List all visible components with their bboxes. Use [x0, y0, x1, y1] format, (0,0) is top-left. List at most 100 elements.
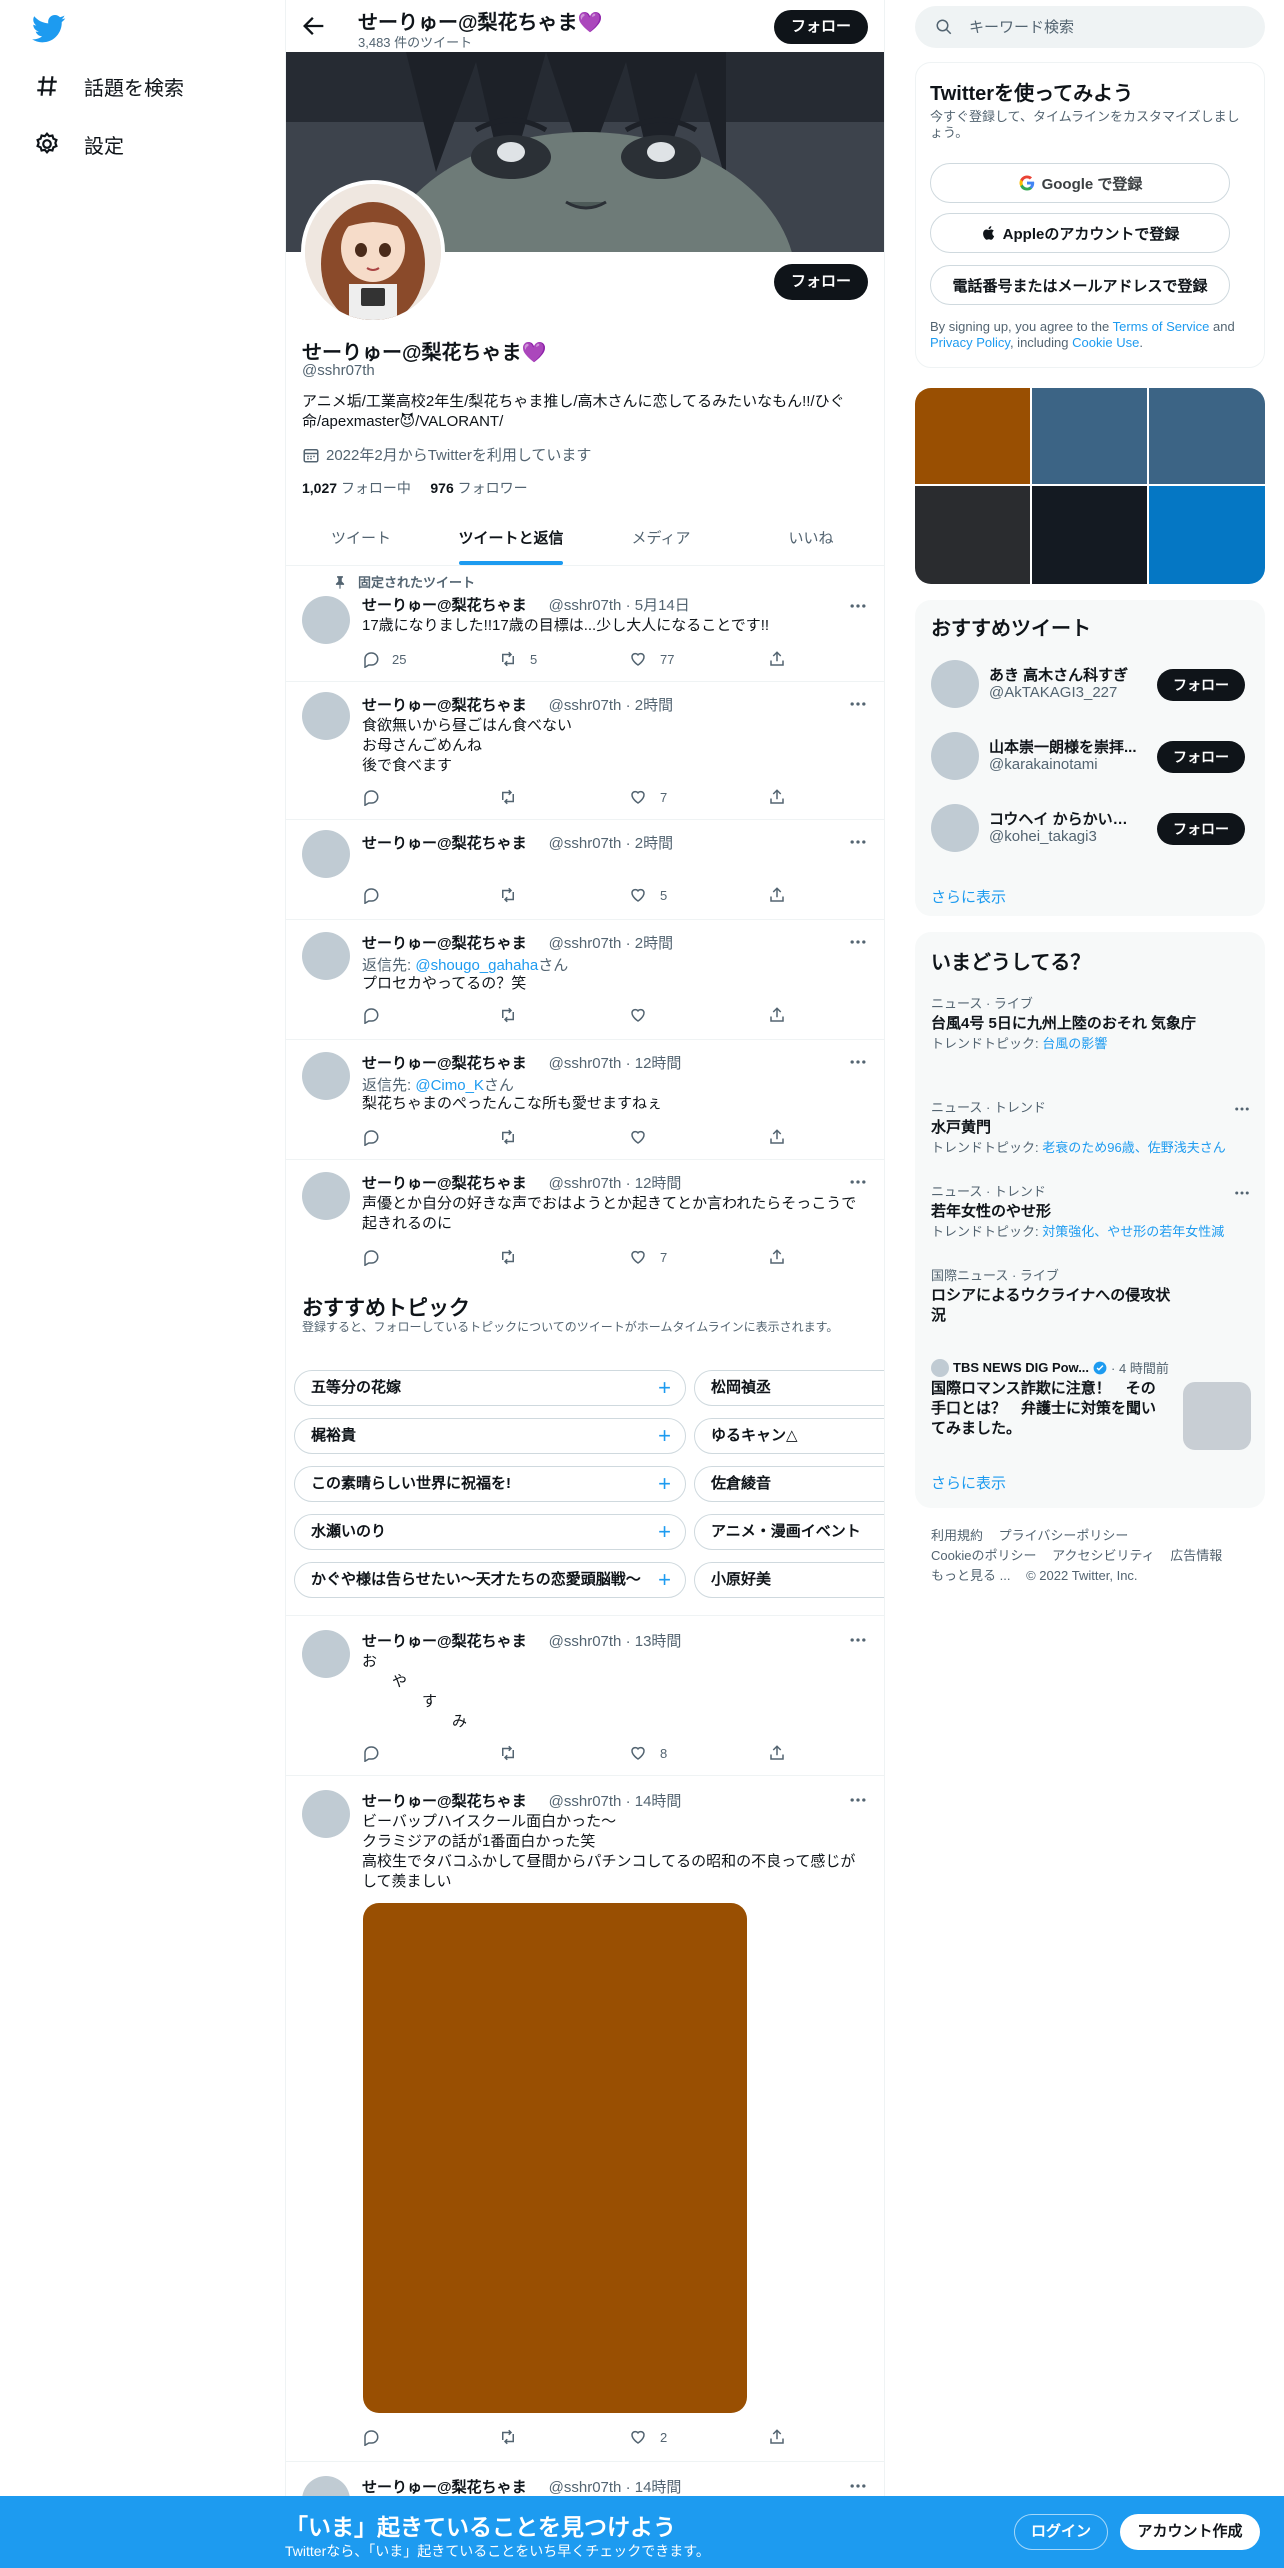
tweet-item[interactable]: せーりゅー@梨花ちゃま @sshr07th · 2時間 返信先: @shougo_… [286, 920, 884, 1040]
tweet-avatar[interactable] [302, 1630, 350, 1678]
plus-icon[interactable]: + [658, 1467, 671, 1501]
tweet-avatar[interactable] [302, 932, 350, 980]
topic-chip[interactable]: アニメ・漫画イベント+ [694, 1514, 884, 1550]
tweet-meta[interactable]: @sshr07th · 12時間 [549, 1055, 682, 1072]
more-icon[interactable] [848, 832, 868, 852]
footer-link[interactable]: Cookieのポリシー [931, 1548, 1036, 1563]
tweet-avatar[interactable] [302, 1052, 350, 1100]
trend-sub-link[interactable]: 対策強化、やせ形の若年女性減 [1042, 1224, 1224, 1239]
tweet-author[interactable]: せーりゅー@梨花ちゃま [362, 1175, 527, 1192]
reply-button[interactable]: 25 [362, 650, 406, 668]
cookie-link[interactable]: Cookie Use [1072, 335, 1139, 350]
reply-button[interactable] [362, 886, 392, 904]
google-signup-button[interactable]: Google で登録 [930, 163, 1230, 203]
retweet-button[interactable] [498, 788, 530, 806]
search-input[interactable] [969, 6, 1249, 48]
plus-icon[interactable]: + [658, 1419, 671, 1453]
news-item[interactable]: TBS NEWS DIG Pow... · 4 時間前 国際ロマンス詐欺に注意！… [931, 1358, 1251, 1450]
retweet-button[interactable] [498, 1248, 530, 1266]
more-icon[interactable] [1233, 1100, 1251, 1118]
retweet-button[interactable] [498, 886, 530, 904]
trend-item[interactable]: ニュース · トレンド 水戸黄門 トレンドトピック: 老衰のため96歳、佐野浅夫… [931, 1100, 1251, 1156]
followers-link[interactable]: 976 フォロワー [430, 480, 527, 496]
media-thumbnail[interactable] [1032, 388, 1147, 484]
share-button[interactable] [768, 1128, 798, 1146]
tab-media[interactable]: メディア [586, 512, 736, 565]
media-thumbnail[interactable] [1149, 388, 1265, 484]
plus-icon[interactable]: + [658, 1515, 671, 1549]
profile-follow-button[interactable]: フォロー [774, 264, 868, 300]
share-button[interactable] [768, 650, 798, 668]
tweet-meta[interactable]: @sshr07th · 14時間 [549, 1793, 682, 1810]
reply-button[interactable] [362, 1006, 392, 1024]
media-thumbnail[interactable] [915, 486, 1030, 584]
topic-chip[interactable]: 水瀬いのり + [294, 1514, 686, 1550]
tweet-item[interactable]: せーりゅー@梨花ちゃま @sshr07th · 12時間 返信先: @Cimo_K… [286, 1040, 884, 1160]
tweet-avatar[interactable] [302, 1172, 350, 1220]
reply-mention[interactable]: @shougo_gahaha [415, 957, 538, 974]
topic-chip[interactable]: ゆるキャン△+ [694, 1418, 884, 1454]
apple-signup-button[interactable]: Appleのアカウントで登録 [930, 213, 1230, 253]
phone-email-signup-button[interactable]: 電話番号またはメールアドレスで登録 [930, 265, 1230, 305]
login-button[interactable]: ログイン [1014, 2514, 1108, 2550]
reply-mention[interactable]: @Cimo_K [415, 1077, 484, 1094]
tweet-author[interactable]: せーりゅー@梨花ちゃま [362, 1633, 527, 1650]
more-icon[interactable] [1233, 1184, 1251, 1202]
share-button[interactable] [768, 788, 798, 806]
recs-show-more-link[interactable]: さらに表示 [931, 886, 1006, 907]
tweet-author[interactable]: せーりゅー@梨花ちゃま [362, 697, 527, 714]
more-icon[interactable] [848, 2476, 868, 2496]
like-button[interactable]: 2 [628, 2428, 667, 2446]
reply-button[interactable] [362, 1744, 392, 1762]
more-icon[interactable] [848, 1790, 868, 1810]
retweet-button[interactable] [498, 2428, 530, 2446]
twitter-logo-icon[interactable] [32, 14, 66, 44]
more-icon[interactable] [848, 1052, 868, 1072]
profile-avatar[interactable] [301, 180, 445, 324]
tweet-item[interactable]: 固定されたツイート せーりゅー@梨花ちゃま @sshr07th · 5月14日 1… [286, 566, 884, 682]
trend-item[interactable]: 国際ニュース · ライブ ロシアによるウクライナへの侵攻状況 [931, 1268, 1171, 1326]
like-button[interactable] [628, 1006, 660, 1024]
tweet-author[interactable]: せーりゅー@梨花ちゃま [362, 835, 527, 852]
news-thumbnail[interactable] [1183, 1382, 1251, 1450]
share-button[interactable] [768, 1744, 798, 1762]
signup-button[interactable]: アカウント作成 [1120, 2514, 1260, 2550]
tab-tweets-and-replies[interactable]: ツイートと返信 [436, 512, 586, 565]
rec-account[interactable]: コウヘイ からかい上... @kohei_takagi3 フォロー [931, 802, 1251, 856]
like-button[interactable]: 77 [628, 650, 674, 668]
trends-show-more-link[interactable]: さらに表示 [931, 1472, 1006, 1493]
rec-follow-button[interactable]: フォロー [1157, 741, 1245, 773]
retweet-button[interactable] [498, 1006, 530, 1024]
reply-button[interactable] [362, 1248, 392, 1266]
rec-account[interactable]: 山本崇一朗様を崇拝... @karakainotami フォロー [931, 730, 1251, 784]
tweet-author[interactable]: せーりゅー@梨花ちゃま [362, 935, 527, 952]
tweet-item[interactable]: せーりゅー@梨花ちゃま @sshr07th · 2時間 5 [286, 820, 884, 920]
avatar[interactable] [931, 660, 979, 708]
tweet-media-image[interactable] [363, 1903, 747, 2413]
footer-link[interactable]: 利用規約 [931, 1528, 983, 1543]
more-icon[interactable] [848, 694, 868, 714]
more-icon[interactable] [848, 1630, 868, 1650]
reply-button[interactable] [362, 2428, 392, 2446]
tweet-avatar[interactable] [302, 1790, 350, 1838]
header-follow-button[interactable]: フォロー [774, 10, 868, 44]
nav-explore[interactable]: 話題を検索 [34, 66, 184, 106]
back-arrow-icon[interactable] [300, 12, 328, 40]
tweet-item[interactable]: せーりゅー@梨花ちゃま @sshr07th · 2時間 食欲無いから昼ごはん食べな… [286, 682, 884, 820]
footer-link[interactable]: もっと見る ... [931, 1568, 1010, 1583]
tweet-meta[interactable]: @sshr07th · 2時間 [549, 835, 673, 852]
tweet-avatar[interactable] [302, 830, 350, 878]
retweet-button[interactable] [498, 1744, 530, 1762]
tab-tweets[interactable]: ツイート [286, 512, 436, 565]
media-thumbnail[interactable] [915, 388, 1030, 484]
tweet-meta[interactable]: @sshr07th · 13時間 [549, 1633, 682, 1650]
tweet-meta[interactable]: @sshr07th · 5月14日 [549, 597, 690, 614]
topic-chip[interactable]: 佐倉綾音+ [694, 1466, 884, 1502]
tweet-avatar[interactable] [302, 596, 350, 644]
rec-account[interactable]: あき 高木さん科すぎ @AkTAKAGI3_227 フォロー [931, 658, 1251, 712]
tweet-meta[interactable]: @sshr07th · 2時間 [549, 697, 673, 714]
reply-button[interactable] [362, 1128, 392, 1146]
terms-link[interactable]: Terms of Service [1113, 319, 1210, 334]
reply-button[interactable] [362, 788, 392, 806]
avatar[interactable] [931, 732, 979, 780]
